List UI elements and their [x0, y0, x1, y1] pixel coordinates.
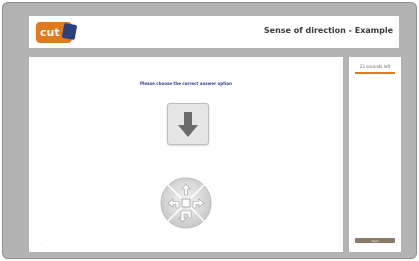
- question-prompt: Please choose the correct answer option: [140, 81, 232, 86]
- timer-text: 23 seconds left: [359, 64, 391, 69]
- logo-badge: [61, 22, 78, 41]
- footer-note: ...: [39, 242, 42, 246]
- stimulus-arrow-card: [167, 103, 209, 145]
- timer-bar: [355, 72, 395, 74]
- direction-options-icon[interactable]: [160, 177, 212, 229]
- next-button[interactable]: Next: [355, 238, 395, 243]
- question-panel: Please choose the correct answer option: [29, 57, 343, 252]
- arrow-down-icon: [178, 112, 198, 137]
- timer-fill: [355, 72, 395, 74]
- page-title: Sense of direction - Example: [263, 26, 393, 35]
- cut-e-logo: cut: [36, 22, 78, 43]
- header: cut Sense of direction - Example: [29, 16, 399, 48]
- answer-compass[interactable]: [160, 177, 212, 229]
- logo-text: cut: [40, 26, 60, 39]
- sidebar: 23 seconds left Next: [349, 57, 401, 252]
